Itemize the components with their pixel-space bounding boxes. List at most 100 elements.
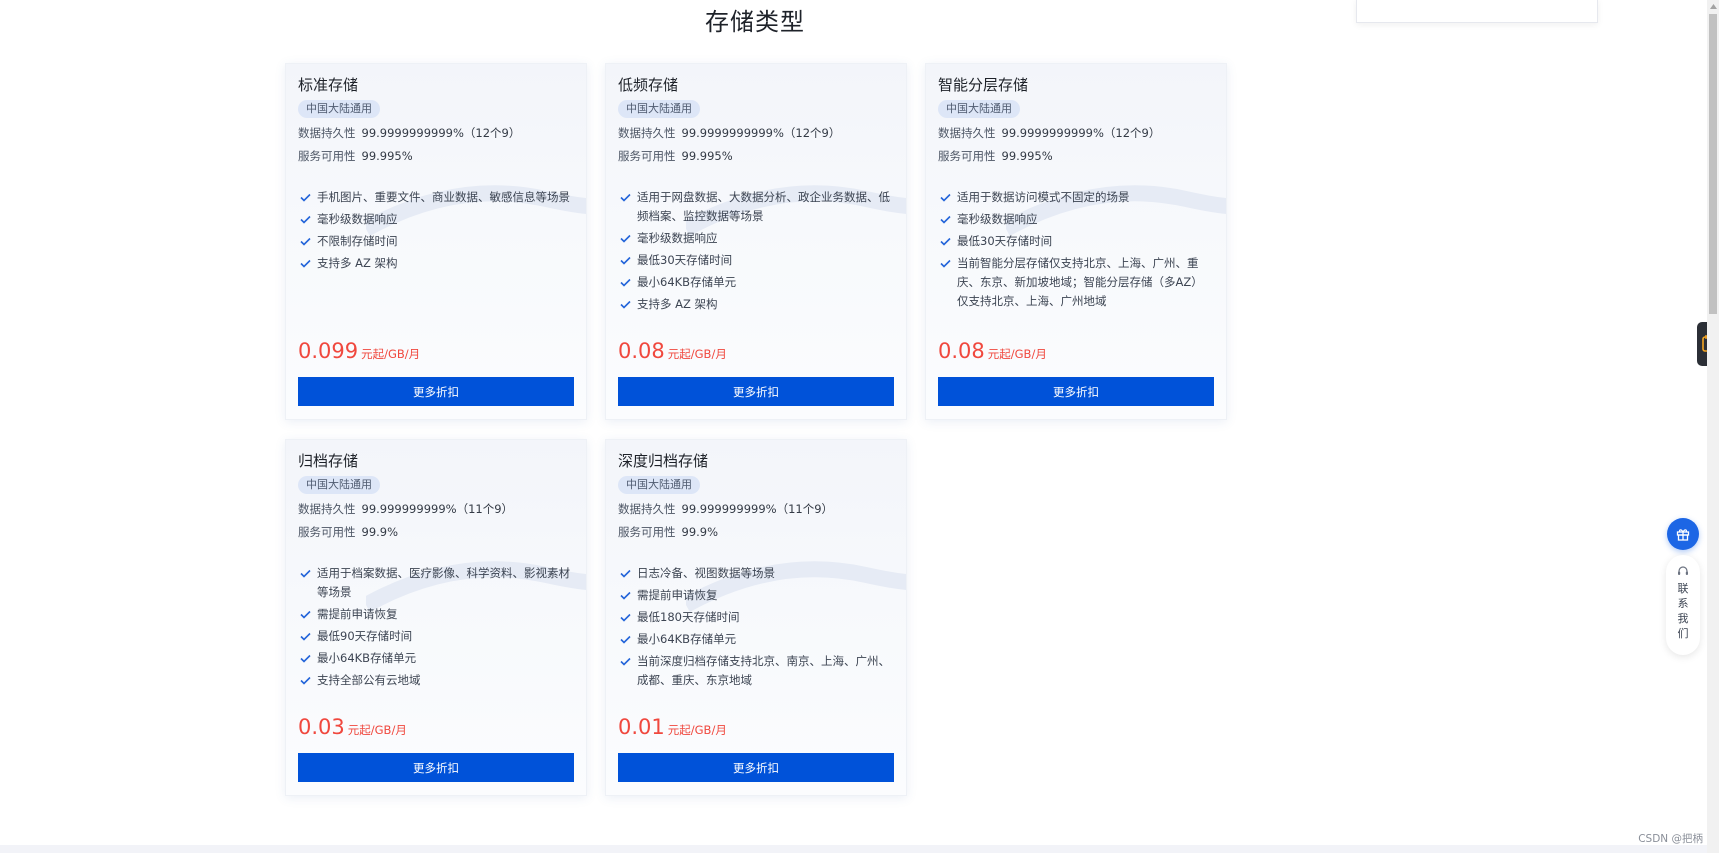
feature-item: 需提前申请恢复	[298, 605, 574, 624]
feature-item: 毫秒级数据响应	[618, 229, 894, 248]
feature-item: 最低90天存储时间	[298, 627, 574, 646]
feature-item: 最小64KB存储单元	[618, 630, 894, 649]
headset-icon	[1678, 566, 1688, 575]
durability-value: 99.9999999999%（12个9）	[361, 126, 521, 140]
card-title: 智能分层存储	[938, 76, 1029, 94]
feature-text: 需提前申请恢复	[637, 588, 718, 602]
price-unit: 元起/GB/月	[667, 347, 727, 361]
check-icon	[620, 613, 631, 622]
feature-text: 适用于档案数据、医疗影像、科学资料、影视素材等场景	[317, 566, 570, 599]
feature-text: 支持全部公有云地域	[317, 673, 421, 687]
feature-item: 当前智能分层存储仅支持北京、上海、广州、重庆、东京、新加坡地域；智能分层存储（多…	[938, 254, 1214, 311]
feature-item: 不限制存储时间	[298, 232, 574, 251]
feature-item: 需提前申请恢复	[618, 586, 894, 605]
price-value: 0.08	[618, 339, 665, 363]
more-discount-button[interactable]: 更多折扣	[618, 377, 894, 406]
feature-text: 适用于数据访问模式不固定的场景	[957, 190, 1130, 204]
price-unit: 元起/GB/月	[347, 723, 407, 737]
availability-value: 99.9%	[361, 525, 399, 539]
feature-text: 最低90天存储时间	[317, 629, 413, 643]
watermark: CSDN @把柄	[1638, 833, 1703, 845]
check-icon	[300, 676, 311, 685]
availability-label: 服务可用性	[298, 149, 356, 163]
feature-list: 日志冷备、视图数据等场景 需提前申请恢复 最低180天存储时间 最小64KB存储…	[618, 564, 894, 690]
feature-text: 最小64KB存储单元	[317, 651, 417, 665]
scroll-up-arrow-icon[interactable]	[1707, 0, 1719, 12]
durability-label: 数据持久性	[618, 126, 676, 140]
region-tag: 中国大陆通用	[298, 100, 380, 118]
feature-item: 适用于网盘数据、大数据分析、政企业务数据、低频档案、监控数据等场景	[618, 188, 894, 226]
vertical-scrollbar[interactable]	[1707, 0, 1719, 853]
feature-text: 最低30天存储时间	[957, 234, 1053, 248]
durability-label: 数据持久性	[298, 502, 356, 516]
durability-label: 数据持久性	[618, 502, 676, 516]
contact-us-label: 联系我们	[1677, 582, 1689, 640]
check-icon	[940, 193, 951, 202]
feature-item: 适用于数据访问模式不固定的场景	[938, 188, 1214, 207]
availability-label: 服务可用性	[938, 149, 996, 163]
durability-value: 99.9999999999%（12个9）	[1001, 126, 1161, 140]
check-icon	[300, 215, 311, 224]
check-icon	[300, 632, 311, 641]
availability-row: 服务可用性 99.9%	[298, 525, 574, 540]
check-icon	[620, 278, 631, 287]
price-unit: 元起/GB/月	[987, 347, 1047, 361]
check-icon	[620, 569, 631, 578]
availability-value: 99.995%	[1001, 149, 1053, 163]
gift-icon	[1676, 529, 1690, 541]
top-floating-panel	[1356, 0, 1598, 23]
check-icon	[620, 635, 631, 644]
contact-us-button[interactable]: 联系我们	[1666, 555, 1700, 655]
more-discount-button[interactable]: 更多折扣	[298, 377, 574, 406]
feature-list: 适用于档案数据、医疗影像、科学资料、影视素材等场景 需提前申请恢复 最低90天存…	[298, 564, 574, 690]
more-discount-button[interactable]: 更多折扣	[298, 753, 574, 782]
price-value: 0.03	[298, 715, 345, 739]
storage-card-deep-archive: 深度归档存储 中国大陆通用 数据持久性 99.999999999%（11个9） 服…	[605, 439, 907, 796]
durability-row: 数据持久性 99.999999999%（11个9）	[618, 502, 894, 517]
storage-card-standard: 标准存储 中国大陆通用 数据持久性 99.9999999999%（12个9） 服务…	[285, 63, 587, 420]
feature-text: 手机图片、重要文件、商业数据、敏感信息等场景	[317, 190, 570, 204]
feature-item: 支持全部公有云地域	[298, 671, 574, 690]
card-title: 归档存储	[298, 452, 359, 470]
feature-item: 毫秒级数据响应	[938, 210, 1214, 229]
page-title: 存储类型	[705, 8, 805, 36]
storage-card-archive: 归档存储 中国大陆通用 数据持久性 99.999999999%（11个9） 服务可…	[285, 439, 587, 796]
feature-text: 最小64KB存储单元	[637, 275, 737, 289]
storage-card-infrequent: 低频存储 中国大陆通用 数据持久性 99.9999999999%（12个9） 服务…	[605, 63, 907, 420]
feature-text: 最小64KB存储单元	[637, 632, 737, 646]
feature-text: 当前深度归档存储支持北京、南京、上海、广州、成都、重庆、东京地域	[637, 654, 890, 687]
durability-label: 数据持久性	[298, 126, 356, 140]
card-title: 深度归档存储	[618, 452, 709, 470]
feature-text: 日志冷备、视图数据等场景	[637, 566, 775, 580]
availability-label: 服务可用性	[618, 149, 676, 163]
gift-button[interactable]	[1667, 518, 1699, 550]
feature-item: 最小64KB存储单元	[298, 649, 574, 668]
price-unit: 元起/GB/月	[361, 347, 421, 361]
feature-list: 适用于数据访问模式不固定的场景 毫秒级数据响应 最低30天存储时间 当前智能分层…	[938, 188, 1214, 311]
price-value: 0.08	[938, 339, 985, 363]
durability-value: 99.9999999999%（12个9）	[681, 126, 841, 140]
durability-row: 数据持久性 99.999999999%（11个9）	[298, 502, 574, 517]
check-icon	[620, 234, 631, 243]
feature-text: 最低180天存储时间	[637, 610, 740, 624]
more-discount-button[interactable]: 更多折扣	[938, 377, 1214, 406]
feature-text: 适用于网盘数据、大数据分析、政企业务数据、低频档案、监控数据等场景	[637, 190, 890, 223]
feature-item: 日志冷备、视图数据等场景	[618, 564, 894, 583]
check-icon	[940, 237, 951, 246]
card-title: 标准存储	[298, 76, 359, 94]
durability-value: 99.999999999%（11个9）	[361, 502, 514, 516]
check-icon	[620, 591, 631, 600]
check-icon	[620, 193, 631, 202]
availability-row: 服务可用性 99.995%	[298, 149, 574, 164]
scrollbar-thumb[interactable]	[1709, 14, 1717, 314]
feature-list: 手机图片、重要文件、商业数据、敏感信息等场景 毫秒级数据响应 不限制存储时间 支…	[298, 188, 574, 273]
availability-label: 服务可用性	[298, 525, 356, 539]
check-icon	[620, 300, 631, 309]
availability-value: 99.9%	[681, 525, 719, 539]
region-tag: 中国大陆通用	[938, 100, 1020, 118]
availability-value: 99.995%	[681, 149, 733, 163]
more-discount-button[interactable]: 更多折扣	[618, 753, 894, 782]
durability-value: 99.999999999%（11个9）	[681, 502, 834, 516]
price-row: 0.01 元起/GB/月	[618, 715, 727, 739]
storage-card-intelligent-tiering: 智能分层存储 中国大陆通用 数据持久性 99.9999999999%（12个9） …	[925, 63, 1227, 420]
